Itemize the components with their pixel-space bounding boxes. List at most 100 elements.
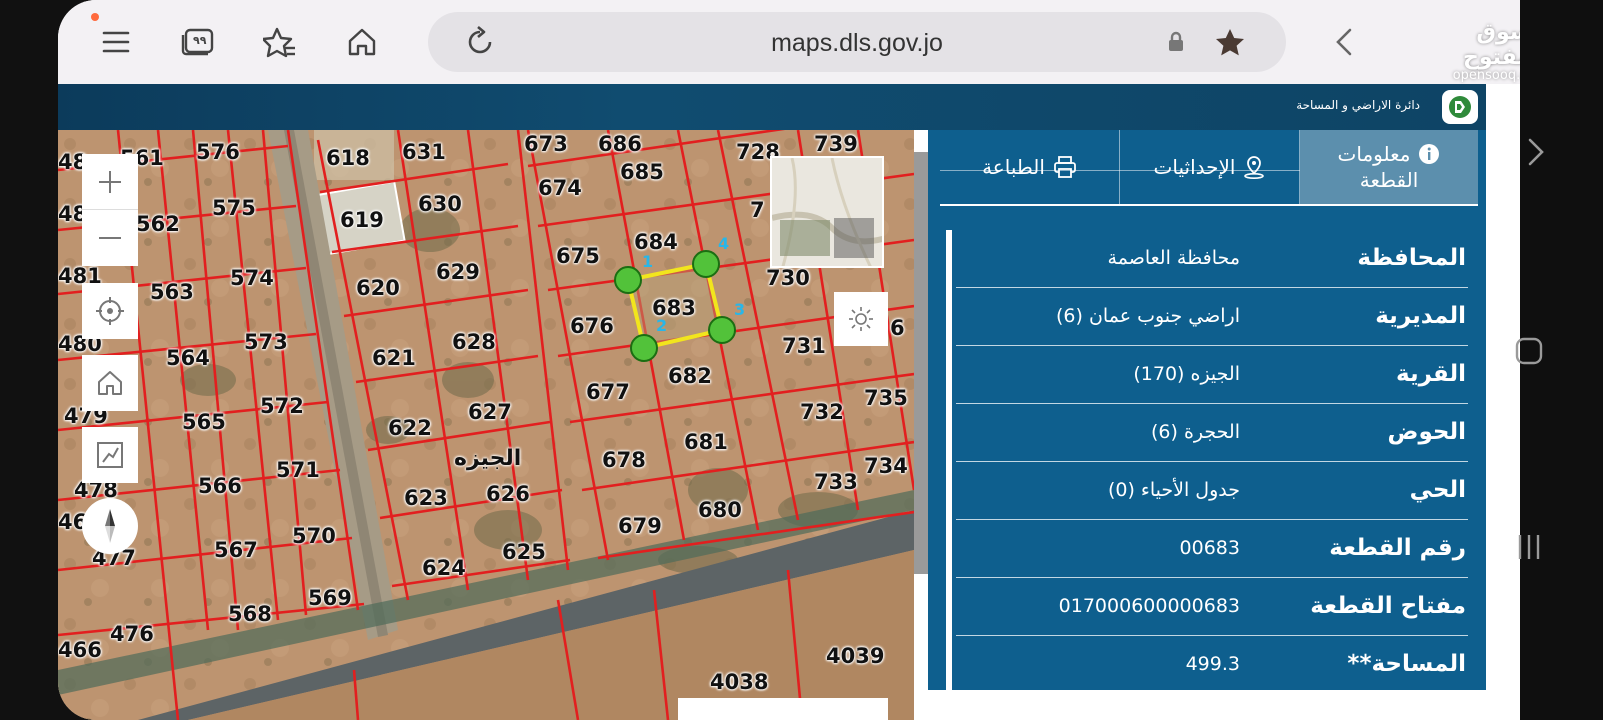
home-icon[interactable] [342,22,382,62]
vertex-label: 3 [734,300,746,319]
menu-icon[interactable] [96,22,136,62]
map-home-button[interactable] [82,355,138,411]
parcel-number-label: 734 [864,454,908,478]
tab-print[interactable]: الطباعة [940,130,1120,204]
parcel-vertex-handle[interactable] [630,334,658,362]
parcel-number-label: 735 [864,386,908,410]
parcel-number-label: 621 [372,346,416,370]
lock-icon [1156,22,1196,62]
parcel-number-label: 576 [196,140,240,164]
location-pin-icon [1244,156,1265,179]
parcel-attributes: المحافظة محافظة العاصمة المديرية اراضي ج… [956,230,1468,694]
parcel-number-label: 567 [214,538,258,562]
parcel-number-label: 4038 [710,670,769,694]
tab-count: ٩٩ [193,34,207,47]
parcel-number-label: 685 [620,160,664,184]
parcel-number-label: 573 [244,330,288,354]
parcel-number-label: 466 [58,638,102,662]
parcel-number-label: 679 [618,514,662,538]
browser-screen: ٩٩ maps.dls.gov.jo وق فتوح opensooq. دائ… [58,0,1520,720]
parcel-number-label: 572 [260,394,304,418]
parcel-vertex-handle[interactable] [708,316,736,344]
parcel-number-label: 626 [486,482,530,506]
info-icon [1419,144,1440,164]
back-chevron-icon[interactable] [1324,22,1364,62]
parcel-info-panel: الطباعة الإحداثيات معلومات القطعة المحاف… [928,130,1486,690]
tab-print-label: الطباعة [982,155,1045,179]
bookmarks-icon[interactable] [260,22,300,62]
parcel-number-label: 678 [602,448,646,472]
parcel-vertex-handle[interactable] [692,250,720,278]
overview-minimap[interactable] [770,156,884,268]
compass-icon[interactable] [82,498,138,554]
tab-parcel-info[interactable]: معلومات القطعة [1300,130,1478,204]
parcel-vertex-handle[interactable] [614,266,642,294]
zoom-out-button[interactable] [82,210,138,266]
parcel-number-label: 681 [684,430,728,454]
home-nav-icon[interactable] [1514,336,1544,370]
parcel-number-label: 630 [418,192,462,216]
parcel-number-label: 564 [166,346,210,370]
parcel-number-label: 619 [340,208,384,232]
attr-row-area: **المساحة 499.3 [1185,651,1466,677]
vertex-label: 1 [642,252,654,271]
forward-chevron-icon[interactable] [1526,136,1546,172]
zoom-in-button[interactable] [82,154,138,210]
parcel-number-label: 627 [468,400,512,424]
vertex-label: 2 [656,316,668,335]
parcel-number-label: 625 [502,540,546,564]
map-scrollbar[interactable] [914,152,928,574]
dls-logo-icon[interactable] [1442,90,1478,124]
parcel-number-label: 731 [782,334,826,358]
parcel-number-label: 620 [356,276,400,300]
panel-scrollbar[interactable] [946,230,952,690]
parcel-number-label: 677 [586,380,630,404]
tabs-icon[interactable]: ٩٩ [178,22,218,62]
area-name-label: الجيزه [454,446,522,471]
notification-dot [91,13,99,21]
phone-frame: ٩٩ maps.dls.gov.jo وق فتوح opensooq. دائ… [0,0,1603,720]
tab-info-label: معلومات [1337,142,1411,166]
parcel-number-label: 623 [404,486,448,510]
basemap-toggle-button[interactable] [834,292,888,346]
parcel-number-label: 6 [890,316,905,340]
tab-info-label-2: القطعة [1359,168,1419,192]
panel-tabs: الطباعة الإحداثيات معلومات القطعة [940,130,1478,204]
parcel-number-label: 4039 [826,644,885,668]
attr-row-neighborhood: الحي جدول الأحياء (0) [956,462,1468,520]
attr-row-village: القرية الجيزه (170) [956,346,1468,404]
attr-row-parcel-number: رقم القطعة 00683 [956,520,1468,578]
parcel-number-label: 622 [388,416,432,440]
parcel-number-label: 563 [150,280,194,304]
parcel-number-label: 7 [750,198,765,222]
parcel-number-label: 676 [570,314,614,338]
attr-row-governorate: المحافظة محافظة العاصمة [956,230,1468,288]
parcel-number-label: 680 [698,498,742,522]
parcel-number-label: 683 [652,296,696,320]
tab-divider [940,170,1300,171]
parcel-number-label: 566 [198,474,242,498]
android-side-bar [1515,0,1603,720]
attr-row-directorate: المديرية اراضي جنوب عمان (6) [956,288,1468,346]
parcel-number-label: 629 [436,260,480,284]
parcel-number-label: 684 [634,230,678,254]
attr-row-parcel-key: مفتاح القطعة 017000600000683 [956,578,1468,636]
bookmark-star-icon[interactable] [1210,22,1250,62]
draw-tool-button[interactable] [82,427,138,483]
parcel-number-label: 673 [524,132,568,156]
parcel-number-label: 686 [598,132,642,156]
tab-coordinates[interactable]: الإحداثيات [1120,130,1300,204]
parcel-number-label: 739 [814,132,858,156]
site-header: دائرة الاراضي و المساحة [58,84,1486,130]
parcel-number-label: 570 [292,524,336,548]
address-bar[interactable]: maps.dls.gov.jo [428,12,1286,72]
parcel-number-label: 631 [402,140,446,164]
parcel-number-label: 476 [110,622,154,646]
attr-row-basin: الحوض الحجرة (6) [956,404,1468,462]
locate-button[interactable] [82,283,138,339]
parcel-number-label: 682 [668,364,712,388]
parcel-number-label: 568 [228,602,272,626]
cadastral-map[interactable]: 1 2 3 4 48 561 576 618 631 673 686 728 739 48 562 5… [58,130,914,720]
recents-nav-icon[interactable] [1514,532,1544,566]
parcel-number-label: 675 [556,244,600,268]
